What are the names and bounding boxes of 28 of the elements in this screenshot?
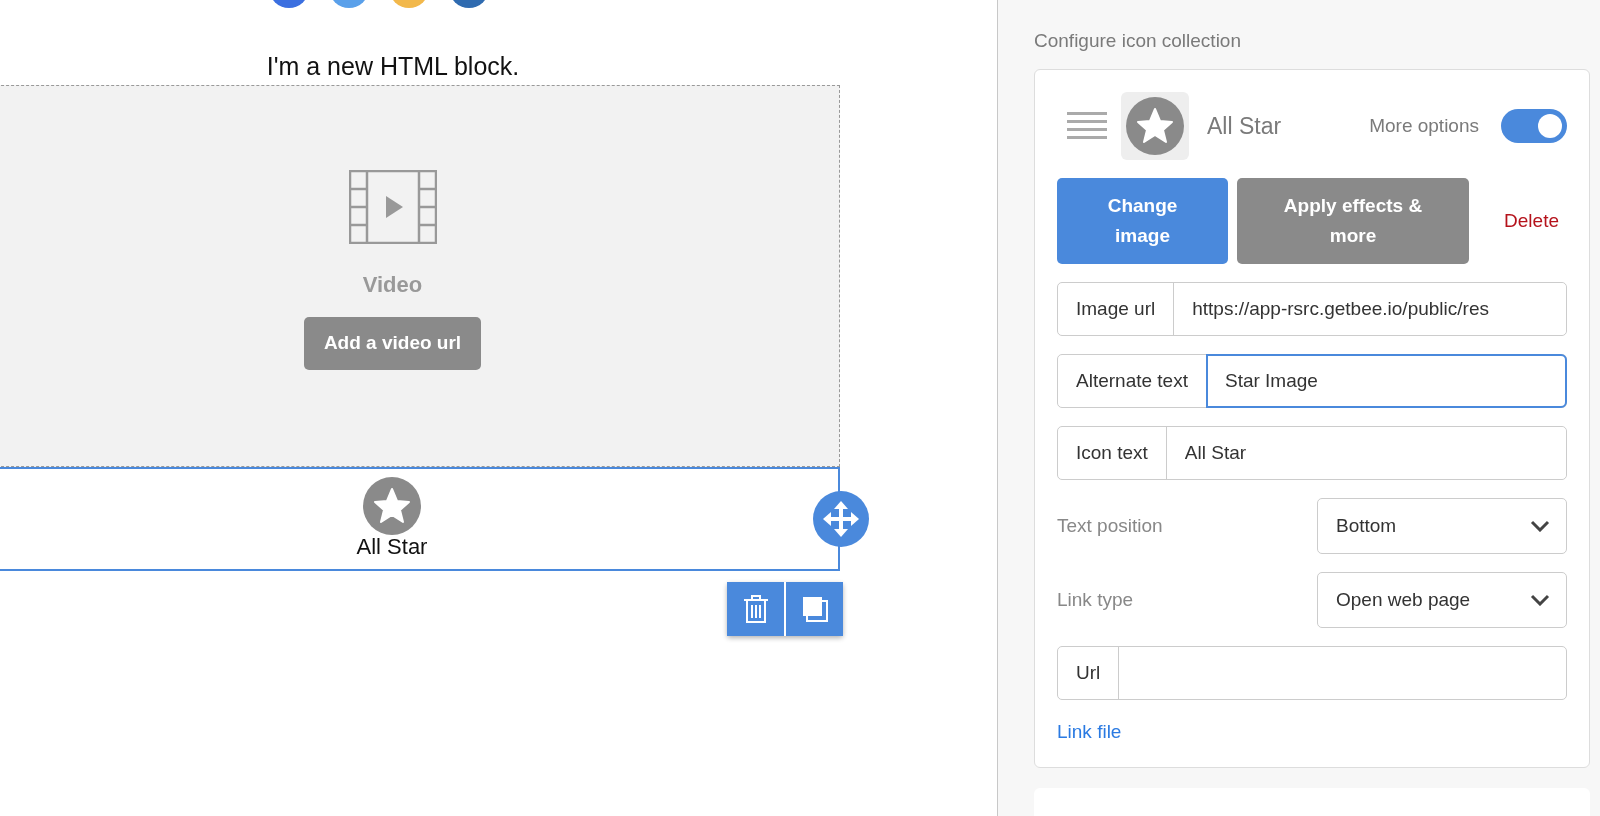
field-label: Text position	[1057, 513, 1163, 538]
link-file-link[interactable]: Link file	[1057, 718, 1122, 747]
chevron-down-icon	[1530, 594, 1550, 606]
drag-handle-icon[interactable]	[1067, 112, 1107, 140]
html-block-text: I'm a new HTML block.	[265, 51, 521, 81]
change-image-button[interactable]: Change image	[1057, 178, 1228, 264]
duplicate-icon	[801, 596, 828, 622]
input-field[interactable]: Image url https://app-rsrc.getbee.io/public/res	[1057, 282, 1567, 336]
delete-link[interactable]: Delete	[1498, 178, 1567, 264]
move-icon	[823, 501, 859, 537]
chevron-down-icon	[1530, 520, 1550, 532]
icon-label: All Star	[356, 535, 428, 559]
panel-title: Configure icon collection	[1034, 29, 1242, 53]
select-field[interactable]: Bottom	[1317, 498, 1567, 554]
duplicate-button[interactable]	[786, 582, 843, 636]
field-label: Link type	[1057, 587, 1134, 612]
select-field[interactable]: Open web page	[1317, 572, 1567, 628]
icon-name: All Star	[1207, 111, 1282, 141]
field-label: Icon text	[1058, 427, 1167, 479]
video-title: Video	[362, 271, 423, 299]
more-options-toggle[interactable]	[1501, 109, 1567, 143]
more-options-label: More options	[1369, 113, 1479, 138]
input-field[interactable]: Icon text All Star	[1057, 426, 1567, 480]
film-icon	[348, 170, 437, 244]
trash-icon	[742, 595, 769, 623]
url-field[interactable]: Url	[1057, 646, 1567, 700]
input-field[interactable]: Alternate text Star Image	[1057, 354, 1567, 408]
delete-button[interactable]	[727, 582, 784, 636]
